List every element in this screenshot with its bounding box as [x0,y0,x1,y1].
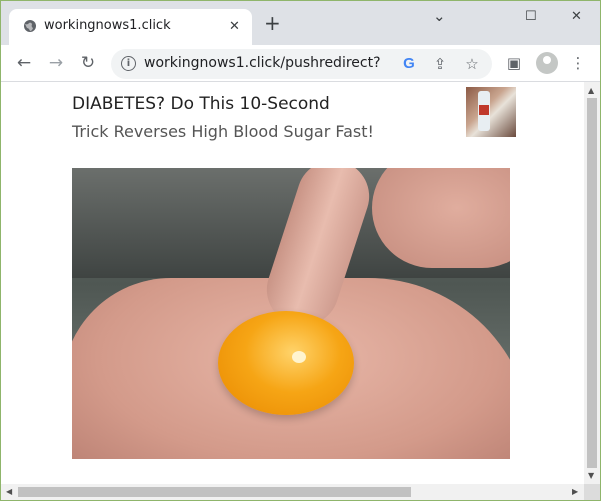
browser-window: workingnows1.click ✕ + ⌄ ☐ ✕ ← → ↻ i wor… [0,0,601,501]
headline-line-2[interactable]: Trick Reverses High Blood Sugar Fast! [72,122,374,141]
share-icon[interactable]: ⇪ [431,55,449,73]
address-bar[interactable]: i workingnows1.click/pushredirect? G ⇪ ☆ [111,49,492,79]
vertical-scroll-thumb[interactable] [587,98,597,468]
tab-close-icon[interactable]: ✕ [229,19,240,34]
profile-avatar[interactable] [536,52,558,74]
fist-shape [372,168,510,268]
menu-icon[interactable]: ⋮ [569,54,587,72]
horizontal-scroll-thumb[interactable] [18,487,411,497]
headline-line-1[interactable]: DIABETES? Do This 10-Second [72,94,330,114]
scroll-left-icon[interactable]: ◀ [6,487,12,496]
tab-title: workingnows1.click [44,18,171,33]
back-icon[interactable]: ← [14,53,34,73]
browser-toolbar: ← → ↻ i workingnows1.click/pushredirect?… [1,45,600,82]
url-text[interactable]: workingnows1.click/pushredirect? [144,55,381,71]
bottle-label-shape [479,105,489,115]
horizontal-scrollbar[interactable]: ◀ ▶ [1,484,584,500]
close-window-icon[interactable]: ✕ [571,9,582,24]
tab-active[interactable]: workingnows1.click ✕ [9,9,252,45]
hero-image[interactable] [72,168,510,459]
tab-strip: workingnows1.click ✕ + ⌄ ☐ ✕ [1,1,600,45]
bookmark-star-icon[interactable]: ☆ [463,55,481,73]
site-info-icon[interactable]: i [121,56,136,71]
vertical-scrollbar[interactable]: ▲ ▼ [584,82,600,484]
yolk-highlight [292,351,306,363]
scroll-right-icon[interactable]: ▶ [572,487,578,496]
egg-yolk-shape [218,311,354,415]
side-panel-icon[interactable]: ▣ [505,54,523,72]
thumbnail-image[interactable] [466,87,516,137]
new-tab-button[interactable]: + [264,13,281,33]
maximize-icon[interactable]: ☐ [525,9,537,24]
minimize-icon[interactable]: ⌄ [433,7,446,25]
scroll-up-icon[interactable]: ▲ [588,86,594,95]
scrollbar-corner [584,484,600,500]
page-content: DIABETES? Do This 10-Second Trick Revers… [1,82,584,484]
scroll-down-icon[interactable]: ▼ [588,471,594,480]
globe-icon [24,20,36,32]
reload-icon[interactable]: ↻ [78,53,98,73]
forward-icon[interactable]: → [46,53,66,73]
google-lens-icon[interactable]: G [400,55,418,73]
